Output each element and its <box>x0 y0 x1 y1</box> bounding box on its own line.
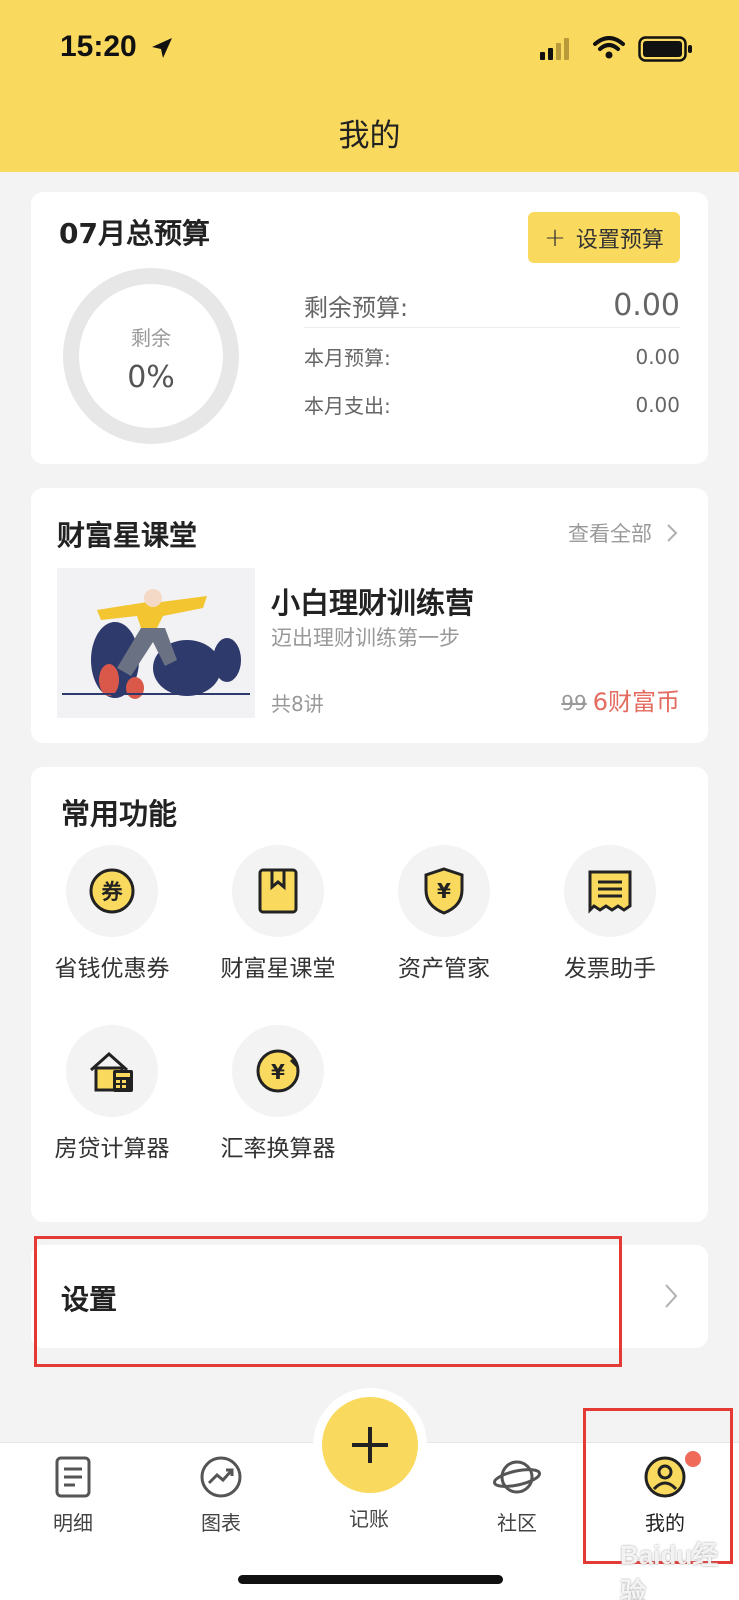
chevron-right-icon <box>667 524 678 542</box>
coupon-icon: 券 <box>89 868 135 914</box>
course-old-price: 99 <box>561 691 587 715</box>
course-section-title: 财富星课堂 <box>57 519 198 552</box>
svg-text:¥: ¥ <box>437 879 451 903</box>
add-record-button[interactable] <box>322 1397 418 1493</box>
course-name[interactable]: 小白理财训练营 <box>271 580 474 622</box>
budget-row-expense: 本月支出: 0.00 <box>304 390 680 419</box>
budget-row-remaining: 剩余预算: 0.00 <box>304 284 680 328</box>
budget-row-label: 剩余预算: <box>304 294 409 322</box>
planet-icon <box>492 1460 542 1494</box>
list-icon <box>55 1456 91 1498</box>
tab-details[interactable]: 明细 <box>18 1455 128 1536</box>
tab-label: 明细 <box>53 1511 93 1535</box>
view-all-label: 查看全部 <box>568 522 652 546</box>
highlight-box-settings <box>34 1236 622 1367</box>
func-label: 房贷计算器 <box>54 1136 170 1162</box>
budget-row-label: 本月预算: <box>304 346 391 370</box>
budget-row-monthly: 本月预算: 0.00 <box>304 342 680 371</box>
func-icon-circle <box>564 845 656 937</box>
tab-label: 图表 <box>201 1511 241 1535</box>
page-title: 我的 <box>338 118 401 154</box>
book-icon <box>258 868 298 914</box>
func-label: 财富星课堂 <box>220 956 336 982</box>
func-icon-circle: ¥ <box>398 845 490 937</box>
course-thumbnail[interactable] <box>57 568 255 718</box>
battery-icon <box>638 36 692 62</box>
budget-title: 07月总预算 <box>59 217 210 250</box>
set-budget-label: 设置预算 <box>575 227 664 253</box>
budget-row-value: 0.00 <box>635 392 680 417</box>
wifi-icon <box>593 36 625 59</box>
tab-record[interactable]: 记账 <box>314 1499 424 1532</box>
chevron-right-icon <box>665 1284 678 1308</box>
course-lessons: 共8讲 <box>271 692 324 716</box>
course-price: 99 6财富币 <box>561 682 680 717</box>
course-card: 财富星课堂 查看全部 小白理财训练营 迈出理财训练第一步 共8讲 99 6财富币 <box>31 488 708 743</box>
plus-icon <box>352 1427 388 1463</box>
func-label: 资产管家 <box>398 956 490 982</box>
watermark: Baidu经验 <box>620 1540 719 1600</box>
budget-row-label: 本月支出: <box>304 394 391 418</box>
budget-row-value: 0.00 <box>635 344 680 369</box>
house-calculator-icon <box>90 1051 133 1092</box>
func-mortgage[interactable]: 房贷计算器 <box>27 1025 197 1163</box>
func-label: 发票助手 <box>564 956 656 982</box>
exchange-icon: ¥ <box>256 1049 300 1093</box>
budget-card: 07月总预算 + 设置预算 剩余 0% 剩余预算: 0.00 本月预算: 0.0… <box>31 192 708 464</box>
ring-label: 剩余 <box>131 326 171 350</box>
tab-community[interactable]: 社区 <box>462 1455 572 1536</box>
func-label: 省钱优惠券 <box>54 956 170 982</box>
status-time: 15:20 <box>60 30 137 63</box>
func-icon-circle: ¥ <box>232 1025 324 1117</box>
plus-icon: + <box>544 222 566 253</box>
location-arrow-icon <box>152 38 172 58</box>
tab-chart[interactable]: 图表 <box>166 1455 276 1536</box>
course-current-price: 6财富币 <box>592 688 680 716</box>
func-icon-circle: 券 <box>66 845 158 937</box>
view-all-link[interactable]: 查看全部 <box>568 518 678 548</box>
func-label: 汇率换算器 <box>220 1136 336 1162</box>
func-course[interactable]: 财富星课堂 <box>193 845 363 983</box>
course-subtitle: 迈出理财训练第一步 <box>271 626 460 650</box>
shield-yen-icon: ¥ <box>424 867 464 915</box>
func-exchange[interactable]: ¥ 汇率换算器 <box>193 1025 363 1163</box>
chart-icon <box>200 1456 242 1498</box>
svg-text:券: 券 <box>102 880 124 904</box>
invoice-icon <box>588 870 632 914</box>
ring-value: 0% <box>127 360 175 395</box>
func-invoice[interactable]: 发票助手 <box>525 845 695 983</box>
set-budget-button[interactable]: + 设置预算 <box>528 212 680 263</box>
func-icon-circle <box>66 1025 158 1117</box>
func-coupon[interactable]: 券 省钱优惠券 <box>27 845 197 983</box>
svg-text:¥: ¥ <box>271 1060 285 1084</box>
budget-row-value: 0.00 <box>613 288 680 323</box>
functions-card: 常用功能 券 省钱优惠券 财富星课堂 ¥ 资产管家 发票助手 房贷计算器 ¥ 汇… <box>31 767 708 1222</box>
tab-label: 社区 <box>497 1511 537 1535</box>
func-assets[interactable]: ¥ 资产管家 <box>359 845 529 983</box>
functions-title: 常用功能 <box>61 797 178 831</box>
course-illustration <box>62 589 250 699</box>
budget-ring: 剩余 0% <box>63 268 239 444</box>
tab-label: 记账 <box>349 1507 389 1531</box>
func-icon-circle <box>232 845 324 937</box>
home-indicator[interactable] <box>238 1575 503 1584</box>
signal-icon <box>540 38 569 60</box>
